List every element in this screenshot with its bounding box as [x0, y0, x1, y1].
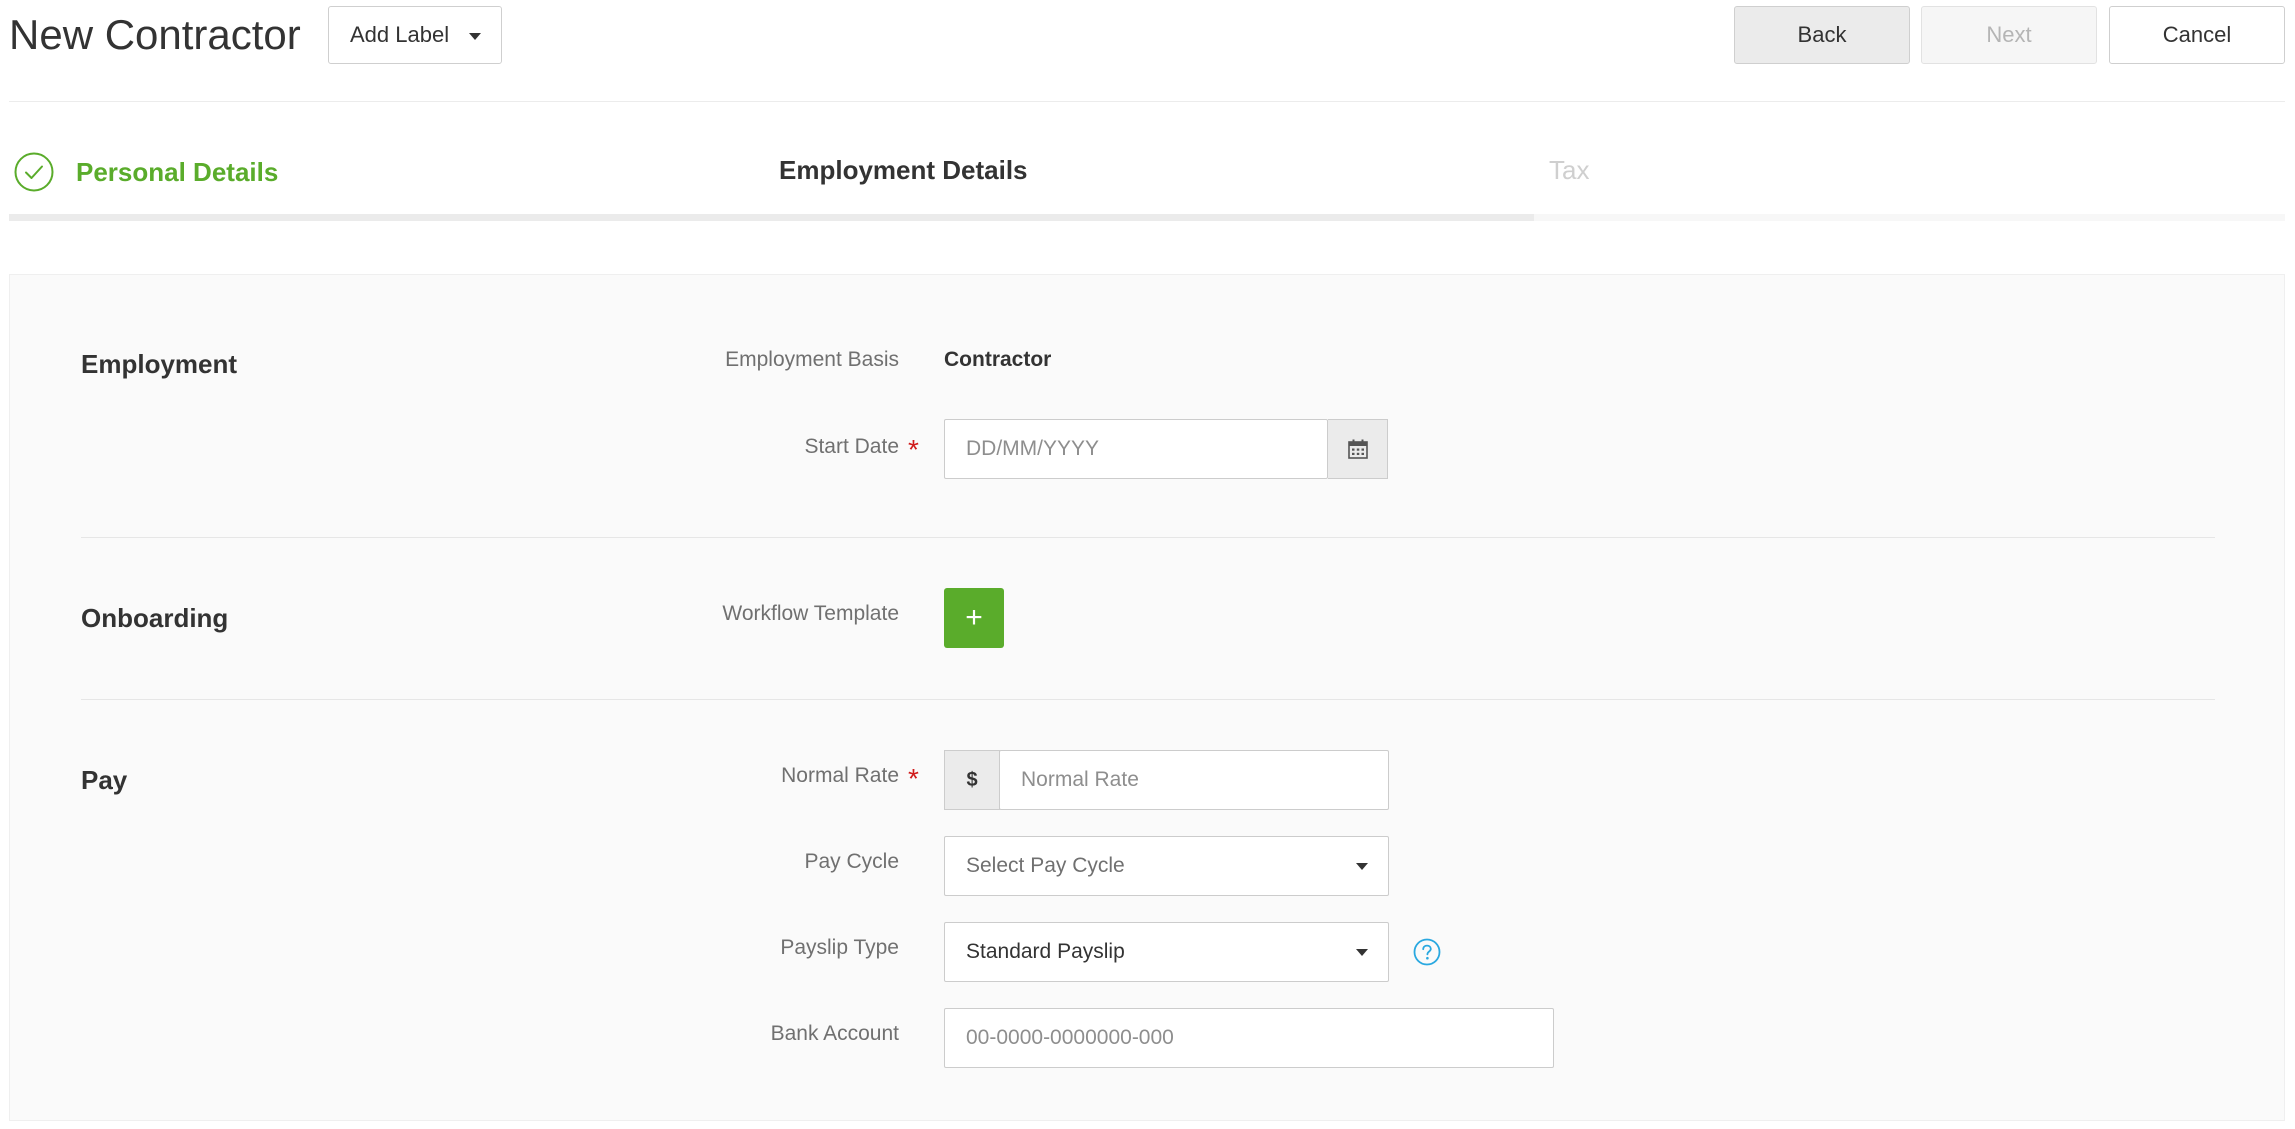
section-title-employment: Employment — [81, 349, 238, 379]
add-workflow-template-button[interactable]: + — [944, 588, 1004, 648]
step-label: Employment Details — [779, 155, 1028, 185]
normal-rate-input[interactable] — [1021, 768, 1388, 792]
calendar-icon — [1347, 439, 1368, 459]
bank-account-label: Bank Account — [770, 1022, 899, 1045]
pay-cycle-label: Pay Cycle — [804, 850, 899, 873]
start-date-field[interactable] — [944, 419, 1328, 479]
start-date-input[interactable] — [966, 437, 1327, 461]
pay-cycle-select[interactable]: Select Pay Cycle — [944, 836, 1389, 896]
required-asterisk: * — [908, 763, 919, 794]
section-divider — [81, 537, 2215, 538]
required-asterisk: * — [908, 434, 919, 465]
section-divider — [81, 699, 2215, 700]
bank-account-field[interactable] — [944, 1008, 1554, 1068]
step-tax: Tax — [1549, 152, 1589, 188]
start-date-label: Start Date — [804, 435, 899, 458]
form-panel: Employment Employment Basis Contractor S… — [9, 274, 2285, 1121]
section-title-pay: Pay — [81, 765, 128, 795]
currency-addon: $ — [944, 750, 1000, 810]
normal-rate-label: Normal Rate — [781, 764, 899, 787]
stepper-progress-fill — [9, 214, 1534, 221]
employment-basis-label: Employment Basis — [725, 348, 899, 371]
step-employment-details[interactable]: Employment Details — [779, 152, 1028, 188]
step-label: Personal Details — [76, 157, 279, 187]
normal-rate-field[interactable] — [999, 750, 1389, 810]
payslip-type-select[interactable]: Standard Payslip — [944, 922, 1389, 982]
add-label-text: Add Label — [350, 22, 450, 47]
stepper-progress-track — [9, 214, 2285, 221]
add-label-dropdown[interactable]: Add Label — [328, 6, 502, 64]
question-circle-icon[interactable] — [1413, 938, 1441, 966]
chevron-down-icon — [469, 33, 481, 40]
employment-basis-value: Contractor — [944, 348, 1052, 371]
chevron-down-icon — [1356, 949, 1368, 956]
new-contractor-page: New Contractor Add Label Back Next Cance… — [0, 0, 2295, 1129]
chevron-down-icon — [1356, 863, 1368, 870]
cancel-button[interactable]: Cancel — [2109, 6, 2285, 64]
header-divider — [9, 101, 2285, 102]
bank-account-input[interactable] — [966, 1026, 1553, 1050]
page-title: New Contractor — [9, 11, 301, 58]
payslip-type-label: Payslip Type — [780, 936, 899, 959]
workflow-template-label: Workflow Template — [722, 602, 899, 625]
calendar-button[interactable] — [1328, 419, 1388, 479]
pay-cycle-selected: Select Pay Cycle — [966, 854, 1125, 877]
next-button[interactable]: Next — [1921, 6, 2097, 64]
check-circle-icon — [14, 152, 54, 192]
payslip-type-selected: Standard Payslip — [966, 940, 1125, 963]
step-label: Tax — [1549, 155, 1590, 185]
section-title-onboarding: Onboarding — [81, 603, 229, 633]
step-personal-details[interactable]: Personal Details — [14, 152, 278, 192]
back-button[interactable]: Back — [1734, 6, 1910, 64]
